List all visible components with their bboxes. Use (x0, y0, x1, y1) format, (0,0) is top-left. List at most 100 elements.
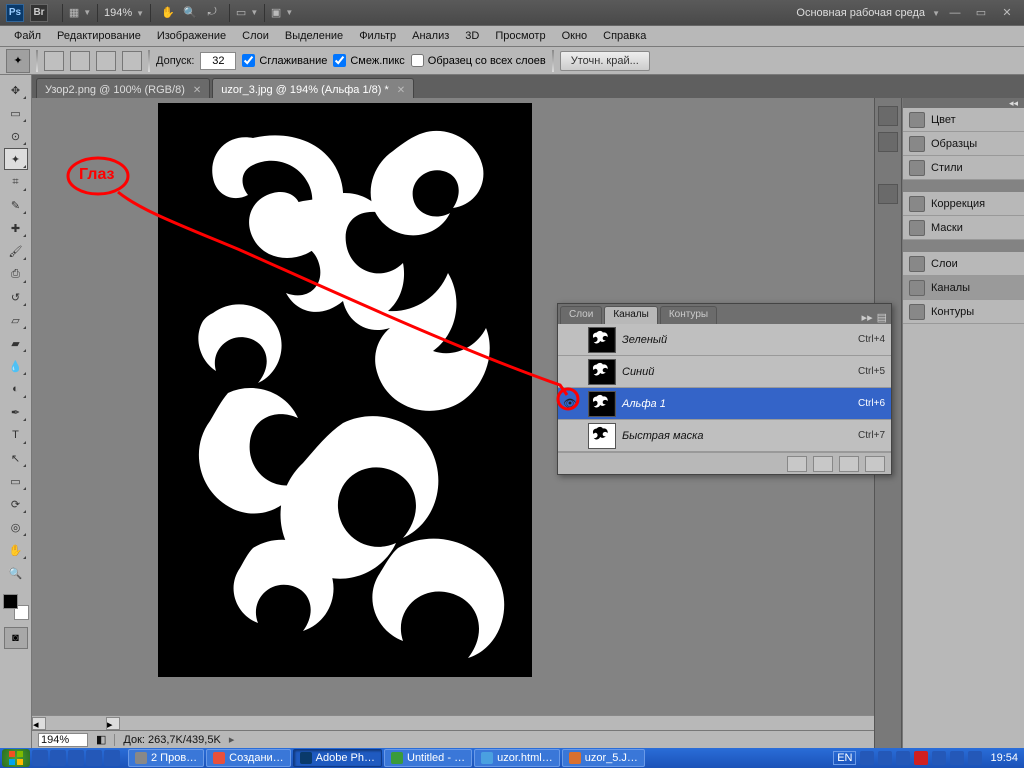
tray-icon[interactable] (950, 751, 964, 765)
3d-orbit-tool-icon[interactable]: ◎ (4, 516, 28, 538)
bridge-logo-icon[interactable]: Br (30, 4, 48, 22)
quick-mask-toggle[interactable]: ◙ (4, 627, 28, 649)
channel-row[interactable]: Зеленый Ctrl+4 (558, 324, 891, 356)
menu-help[interactable]: Справка (595, 28, 654, 44)
dodge-tool-icon[interactable]: ◐ (4, 378, 28, 400)
clock[interactable]: 19:54 (986, 752, 1022, 764)
clone-stamp-tool-icon[interactable]: ⎙ (4, 263, 28, 285)
active-tool-preset[interactable]: ✦ (6, 49, 30, 73)
menu-view[interactable]: Просмотр (487, 28, 553, 44)
history-brush-tool-icon[interactable]: ↺ (4, 286, 28, 308)
tolerance-input[interactable] (200, 52, 236, 70)
language-indicator[interactable]: EN (833, 751, 856, 765)
status-menu-arrow-icon[interactable]: ▸ (229, 733, 235, 746)
brush-tool-icon[interactable]: 🖌 (4, 240, 28, 262)
menu-select[interactable]: Выделение (277, 28, 351, 44)
antialias-checkbox[interactable]: Сглаживание (242, 54, 327, 67)
panel-tab-channels[interactable]: Каналы (903, 276, 1024, 300)
hand-tool-icon[interactable]: ✋ (4, 539, 28, 561)
document-canvas[interactable] (158, 103, 532, 677)
zoom-level-dropdown[interactable]: 194%▼ (104, 7, 144, 19)
workspace-switcher[interactable]: Основная рабочая среда ▼ (796, 7, 940, 19)
document-tab[interactable]: uzor_3.jpg @ 194% (Альфа 1/8) *✕ (212, 78, 414, 98)
screen-mode-icon[interactable]: ▭▼ (238, 4, 256, 22)
taskbar-item[interactable]: uzor.html… (474, 749, 560, 767)
gradient-tool-icon[interactable]: ▰ (4, 332, 28, 354)
panel-tab-paths[interactable]: Контуры (903, 300, 1024, 324)
type-tool-icon[interactable]: T (4, 424, 28, 446)
quick-launch-icon[interactable] (50, 750, 66, 766)
extras-icon[interactable]: ▣▼ (273, 4, 291, 22)
close-tab-icon[interactable]: ✕ (397, 85, 405, 96)
quick-launch-icon[interactable] (104, 750, 120, 766)
taskbar-item[interactable]: Adobe Ph… (293, 749, 382, 767)
channel-row[interactable]: 👁 Альфа 1 Ctrl+6 (558, 388, 891, 420)
tray-icon[interactable] (914, 751, 928, 765)
quick-launch-icon[interactable] (32, 750, 48, 766)
close-tab-icon[interactable]: ✕ (193, 85, 201, 96)
load-selection-button[interactable] (787, 456, 807, 472)
document-tab[interactable]: Узор2.png @ 100% (RGB/8)✕ (36, 78, 210, 98)
menu-3d[interactable]: 3D (457, 28, 487, 44)
shape-tool-icon[interactable]: ▭ (4, 470, 28, 492)
panel-tab-color[interactable]: Цвет (903, 108, 1024, 132)
contiguous-checkbox[interactable]: Смеж.пикс (333, 54, 404, 67)
panel-tab-layers[interactable]: Слои (560, 306, 602, 324)
save-selection-button[interactable] (813, 456, 833, 472)
menu-file[interactable]: Файл (6, 28, 49, 44)
zoom-tool-icon[interactable]: 🔍 (181, 4, 199, 22)
rotate-view-icon[interactable]: ⤾ (203, 4, 221, 22)
arrange-docs-icon[interactable]: ▦▼ (71, 4, 89, 22)
menu-filter[interactable]: Фильтр (351, 28, 404, 44)
selection-subtract-icon[interactable] (96, 51, 116, 71)
blur-tool-icon[interactable]: 💧 (4, 355, 28, 377)
horizontal-scrollbar[interactable]: ◂ ▸ (32, 715, 874, 730)
zoom-field[interactable]: 194% (38, 733, 88, 747)
start-button[interactable] (2, 749, 30, 767)
3d-rotate-tool-icon[interactable]: ⟳ (4, 493, 28, 515)
menu-layers[interactable]: Слои (234, 28, 277, 44)
panel-tab-channels[interactable]: Каналы (604, 306, 658, 324)
restore-button[interactable]: ▭ (970, 6, 992, 19)
selection-intersect-icon[interactable] (122, 51, 142, 71)
selection-new-icon[interactable] (44, 51, 64, 71)
collapse-panel-icon[interactable]: ▸▸ (862, 311, 873, 324)
eyedropper-tool-icon[interactable]: ✎ (4, 194, 28, 216)
channel-row[interactable]: Быстрая маска Ctrl+7 (558, 420, 891, 452)
color-swatches[interactable] (3, 594, 29, 620)
crop-tool-icon[interactable]: ⌗ (4, 171, 28, 193)
panel-tab-swatches[interactable]: Образцы (903, 132, 1024, 156)
lasso-tool-icon[interactable]: ⊙ (4, 125, 28, 147)
healing-brush-tool-icon[interactable]: ✚ (4, 217, 28, 239)
tray-icon[interactable] (968, 751, 982, 765)
marquee-tool-icon[interactable]: ▭ (4, 102, 28, 124)
taskbar-item[interactable]: uzor_5.J… (562, 749, 645, 767)
delete-channel-button[interactable] (865, 456, 885, 472)
tray-icon[interactable] (860, 751, 874, 765)
panel-menu-icon[interactable]: ▤ (877, 311, 887, 324)
new-channel-button[interactable] (839, 456, 859, 472)
selection-add-icon[interactable] (70, 51, 90, 71)
panel-tab-masks[interactable]: Маски (903, 216, 1024, 240)
refine-edge-button[interactable]: Уточн. край... (560, 51, 650, 71)
document-info[interactable]: Док: 263,7K/439,5K (114, 734, 220, 746)
tray-icon[interactable] (896, 751, 910, 765)
panel-collapsed-icon[interactable] (878, 132, 898, 152)
status-nav-icon[interactable]: ◧ (96, 733, 106, 746)
panel-tab-adjustments[interactable]: Коррекция (903, 192, 1024, 216)
quick-launch-icon[interactable] (86, 750, 102, 766)
channel-row[interactable]: Синий Ctrl+5 (558, 356, 891, 388)
visibility-toggle[interactable]: 👁 (558, 397, 582, 410)
hand-tool-icon[interactable]: ✋ (159, 4, 177, 22)
path-selection-tool-icon[interactable]: ↖ (4, 447, 28, 469)
panel-collapsed-icon[interactable] (878, 106, 898, 126)
quick-launch-icon[interactable] (68, 750, 84, 766)
panel-collapsed-icon[interactable] (878, 184, 898, 204)
minimize-button[interactable]: — (944, 7, 966, 19)
tray-icon[interactable] (878, 751, 892, 765)
sample-all-layers-checkbox[interactable]: Образец со всех слоев (411, 54, 546, 67)
taskbar-item[interactable]: 2 Пров… (128, 749, 204, 767)
panel-tab-paths[interactable]: Контуры (660, 306, 717, 324)
menu-analysis[interactable]: Анализ (404, 28, 457, 44)
pen-tool-icon[interactable]: ✒ (4, 401, 28, 423)
